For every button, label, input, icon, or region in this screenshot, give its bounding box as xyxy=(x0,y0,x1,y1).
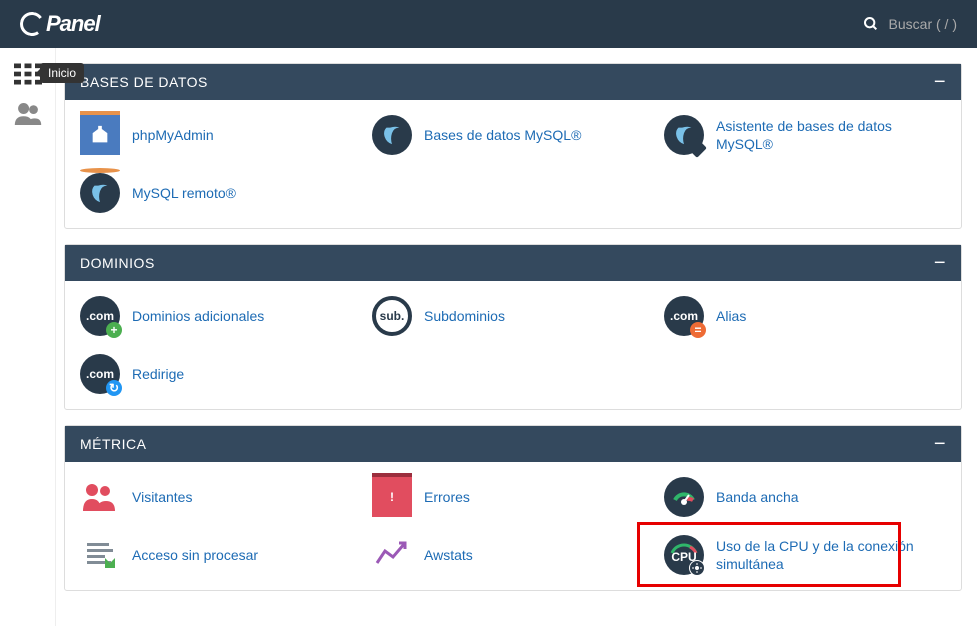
plus-badge-icon: + xyxy=(106,322,122,338)
item-phpmyadmin[interactable]: phpMyAdmin xyxy=(80,115,362,155)
addon-domains-icon: .com+ xyxy=(80,296,120,336)
visitors-icon xyxy=(80,477,120,517)
sidebar: Inicio xyxy=(0,48,56,626)
collapse-icon: − xyxy=(934,258,946,268)
label-bandwidth: Banda ancha xyxy=(716,488,799,506)
panel-databases: BASES DE DATOS − phpMyAdmin Bases de dat… xyxy=(64,63,962,229)
redirect-icon: .com↻ xyxy=(80,354,120,394)
label-mysql-remote: MySQL remoto® xyxy=(132,184,236,202)
label-awstats: Awstats xyxy=(424,546,473,564)
label-redirect: Redirige xyxy=(132,365,184,383)
item-bandwidth[interactable]: Banda ancha xyxy=(664,477,946,517)
panel-title-metrics: MÉTRICA xyxy=(80,436,147,452)
label-addon-domains: Dominios adicionales xyxy=(132,307,264,325)
panel-header-databases[interactable]: BASES DE DATOS − xyxy=(65,64,961,100)
cpu-usage-icon: CPU xyxy=(664,535,704,575)
collapse-icon: − xyxy=(934,77,946,87)
collapse-icon: − xyxy=(934,439,946,449)
panel-metrics: MÉTRICA − Visitantes ! Errores Banda anc… xyxy=(64,425,962,591)
tooltip-inicio: Inicio xyxy=(40,63,84,83)
mysql-icon xyxy=(372,115,412,155)
item-mysql-remote[interactable]: MySQL remoto® xyxy=(80,173,362,213)
panel-header-metrics[interactable]: MÉTRICA − xyxy=(65,426,961,462)
item-cpu-usage[interactable]: CPU Uso de la CPU y de la conexión simul… xyxy=(664,535,946,575)
label-cpu-usage: Uso de la CPU y de la conexión simultáne… xyxy=(716,537,946,573)
item-awstats[interactable]: Awstats xyxy=(372,535,654,575)
label-subdomains: Subdominios xyxy=(424,307,505,325)
awstats-icon xyxy=(372,535,412,575)
search-icon xyxy=(863,16,879,32)
panel-header-domains[interactable]: DOMINIOS − xyxy=(65,245,961,281)
item-redirect[interactable]: .com↻ Redirige xyxy=(80,354,362,394)
item-mysql[interactable]: Bases de datos MySQL® xyxy=(372,115,654,155)
item-mysql-wizard[interactable]: Asistente de bases de datos MySQL® xyxy=(664,115,946,155)
label-errors: Errores xyxy=(424,488,470,506)
search-placeholder: Buscar ( / ) xyxy=(889,16,957,32)
search-area[interactable]: Buscar ( / ) xyxy=(863,16,957,32)
mysql-remote-icon xyxy=(80,173,120,213)
panel-title-databases: BASES DE DATOS xyxy=(80,74,208,90)
label-raw-access: Acceso sin procesar xyxy=(132,546,258,564)
item-addon-domains[interactable]: .com+ Dominios adicionales xyxy=(80,296,362,336)
label-mysql-wizard: Asistente de bases de datos MySQL® xyxy=(716,117,946,153)
bandwidth-icon xyxy=(664,477,704,517)
alias-icon: .com= xyxy=(664,296,704,336)
subdomains-icon: sub. xyxy=(372,296,412,336)
arrow-badge-icon: ↻ xyxy=(106,380,122,396)
item-alias[interactable]: .com= Alias xyxy=(664,296,946,336)
raw-access-icon xyxy=(80,535,120,575)
gear-badge-icon xyxy=(689,560,705,576)
main-content: BASES DE DATOS − phpMyAdmin Bases de dat… xyxy=(56,48,977,626)
item-subdomains[interactable]: sub. Subdominios xyxy=(372,296,654,336)
cpanel-logo[interactable]: Panel xyxy=(20,11,100,37)
phpmyadmin-icon xyxy=(80,115,120,155)
panel-title-domains: DOMINIOS xyxy=(80,255,155,271)
users-icon[interactable] xyxy=(14,103,42,125)
mysql-wizard-icon xyxy=(664,115,704,155)
item-visitors[interactable]: Visitantes xyxy=(80,477,362,517)
topbar: Panel Buscar ( / ) xyxy=(0,0,977,48)
label-phpmyadmin: phpMyAdmin xyxy=(132,126,214,144)
label-mysql: Bases de datos MySQL® xyxy=(424,126,581,144)
label-visitors: Visitantes xyxy=(132,488,192,506)
errors-icon: ! xyxy=(372,477,412,517)
panel-domains: DOMINIOS − .com+ Dominios adicionales su… xyxy=(64,244,962,410)
item-raw-access[interactable]: Acceso sin procesar xyxy=(80,535,362,575)
item-errors[interactable]: ! Errores xyxy=(372,477,654,517)
equals-badge-icon: = xyxy=(690,322,706,338)
label-alias: Alias xyxy=(716,307,746,325)
